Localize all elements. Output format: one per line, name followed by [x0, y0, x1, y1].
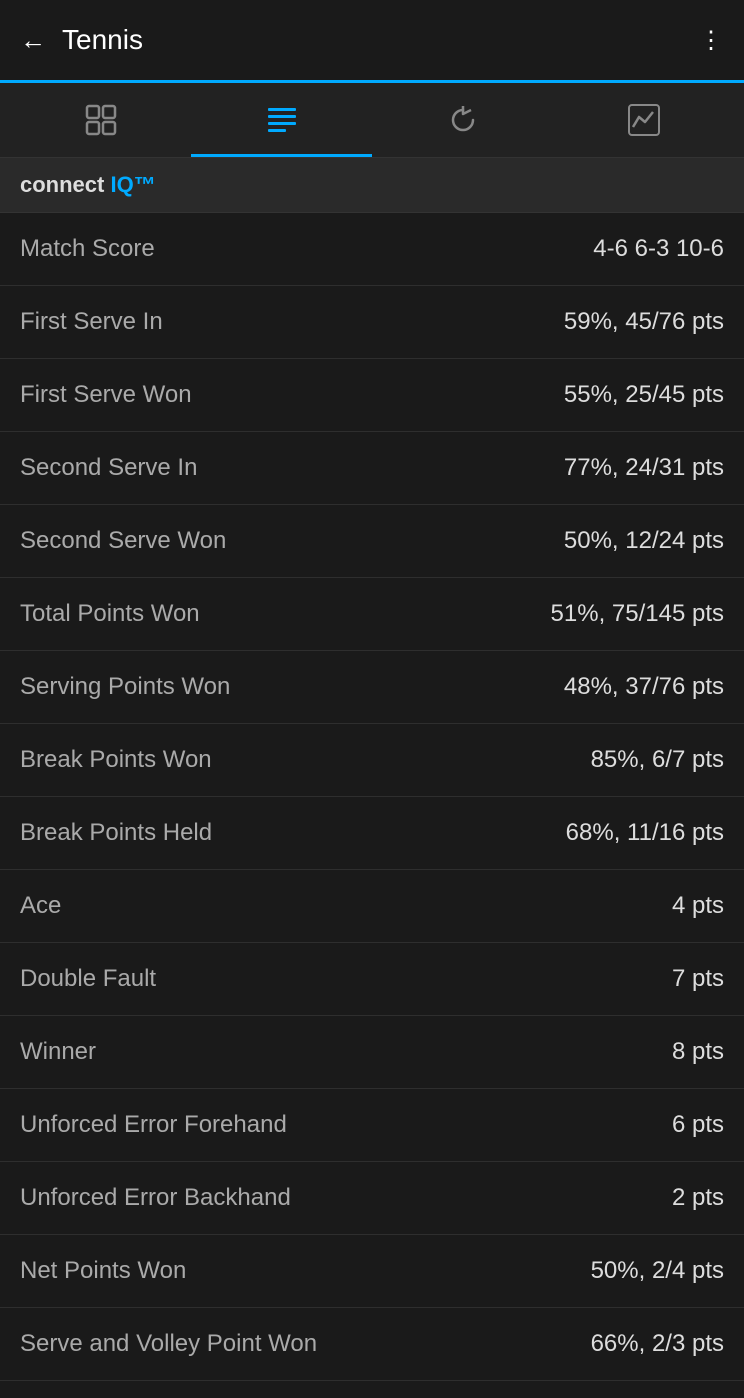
stat-label-7: Break Points Won — [20, 746, 591, 774]
stat-label-11: Winner — [20, 1038, 672, 1066]
stat-row: Unforced Error Forehand6 pts — [0, 1089, 744, 1162]
stat-label-8: Break Points Held — [20, 819, 566, 847]
header: ← Tennis ⋮ — [0, 0, 744, 80]
stat-label-6: Serving Points Won — [20, 673, 564, 701]
stat-value-2: 55%, 25/45 pts — [564, 381, 724, 409]
stats-icon — [264, 102, 300, 138]
brand-iq: IQ™ — [110, 172, 155, 197]
stat-row: Serve and Volley Point Won66%, 2/3 pts — [0, 1308, 744, 1381]
stat-value-11: 8 pts — [672, 1038, 724, 1066]
stat-value-9: 4 pts — [672, 892, 724, 920]
stat-row: Second Serve In77%, 24/31 pts — [0, 432, 744, 505]
laps-icon — [445, 102, 481, 138]
stat-row: Winner8 pts — [0, 1016, 744, 1089]
stat-label-3: Second Serve In — [20, 454, 564, 482]
stat-label-5: Total Points Won — [20, 600, 551, 628]
page-title: Tennis — [62, 24, 143, 56]
stat-value-0: 4-6 6-3 10-6 — [593, 235, 724, 263]
stat-value-13: 2 pts — [672, 1184, 724, 1212]
brand-bar: connect IQ™ — [0, 158, 744, 213]
stat-row: Break Points Won85%, 6/7 pts — [0, 724, 744, 797]
stat-label-1: First Serve In — [20, 308, 564, 336]
stat-row: Total Points Won51%, 75/145 pts — [0, 578, 744, 651]
back-button[interactable]: ← — [20, 27, 46, 53]
stat-label-15: Serve and Volley Point Won — [20, 1330, 591, 1358]
stat-label-13: Unforced Error Backhand — [20, 1184, 672, 1212]
tab-charts[interactable] — [553, 83, 734, 157]
stat-row: First Serve In59%, 45/76 pts — [0, 286, 744, 359]
stat-row: Double Fault7 pts — [0, 943, 744, 1016]
stat-label-4: Second Serve Won — [20, 527, 564, 555]
stat-value-5: 51%, 75/145 pts — [551, 600, 724, 628]
more-menu-button[interactable]: ⋮ — [699, 26, 724, 55]
stat-label-12: Unforced Error Forehand — [20, 1111, 672, 1139]
charts-icon — [626, 102, 662, 138]
stat-value-7: 85%, 6/7 pts — [591, 746, 724, 774]
tab-laps[interactable] — [372, 83, 553, 157]
stat-row: Match Score4-6 6-3 10-6 — [0, 213, 744, 286]
tab-activity[interactable] — [10, 83, 191, 157]
stat-value-15: 66%, 2/3 pts — [591, 1330, 724, 1358]
stat-label-10: Double Fault — [20, 965, 672, 993]
stat-label-2: First Serve Won — [20, 381, 564, 409]
stats-list: Match Score4-6 6-3 10-6First Serve In59%… — [0, 213, 744, 1381]
stat-label-9: Ace — [20, 892, 672, 920]
stat-value-10: 7 pts — [672, 965, 724, 993]
tab-stats[interactable] — [191, 83, 372, 157]
stat-value-4: 50%, 12/24 pts — [564, 527, 724, 555]
stat-value-6: 48%, 37/76 pts — [564, 673, 724, 701]
stat-row: First Serve Won55%, 25/45 pts — [0, 359, 744, 432]
stat-label-14: Net Points Won — [20, 1257, 591, 1285]
header-left: ← Tennis — [20, 24, 143, 56]
stat-value-8: 68%, 11/16 pts — [566, 819, 724, 847]
stat-row: Break Points Held68%, 11/16 pts — [0, 797, 744, 870]
stat-value-12: 6 pts — [672, 1111, 724, 1139]
tab-bar — [0, 83, 744, 158]
stat-value-3: 77%, 24/31 pts — [564, 454, 724, 482]
stat-row: Unforced Error Backhand2 pts — [0, 1162, 744, 1235]
stat-value-14: 50%, 2/4 pts — [591, 1257, 724, 1285]
stat-row: Second Serve Won50%, 12/24 pts — [0, 505, 744, 578]
stat-value-1: 59%, 45/76 pts — [564, 308, 724, 336]
stat-row: Net Points Won50%, 2/4 pts — [0, 1235, 744, 1308]
brand-name: connect IQ™ — [20, 172, 156, 197]
stat-label-0: Match Score — [20, 235, 593, 263]
activity-icon — [83, 102, 119, 138]
stat-row: Serving Points Won48%, 37/76 pts — [0, 651, 744, 724]
stat-row: Ace4 pts — [0, 870, 744, 943]
